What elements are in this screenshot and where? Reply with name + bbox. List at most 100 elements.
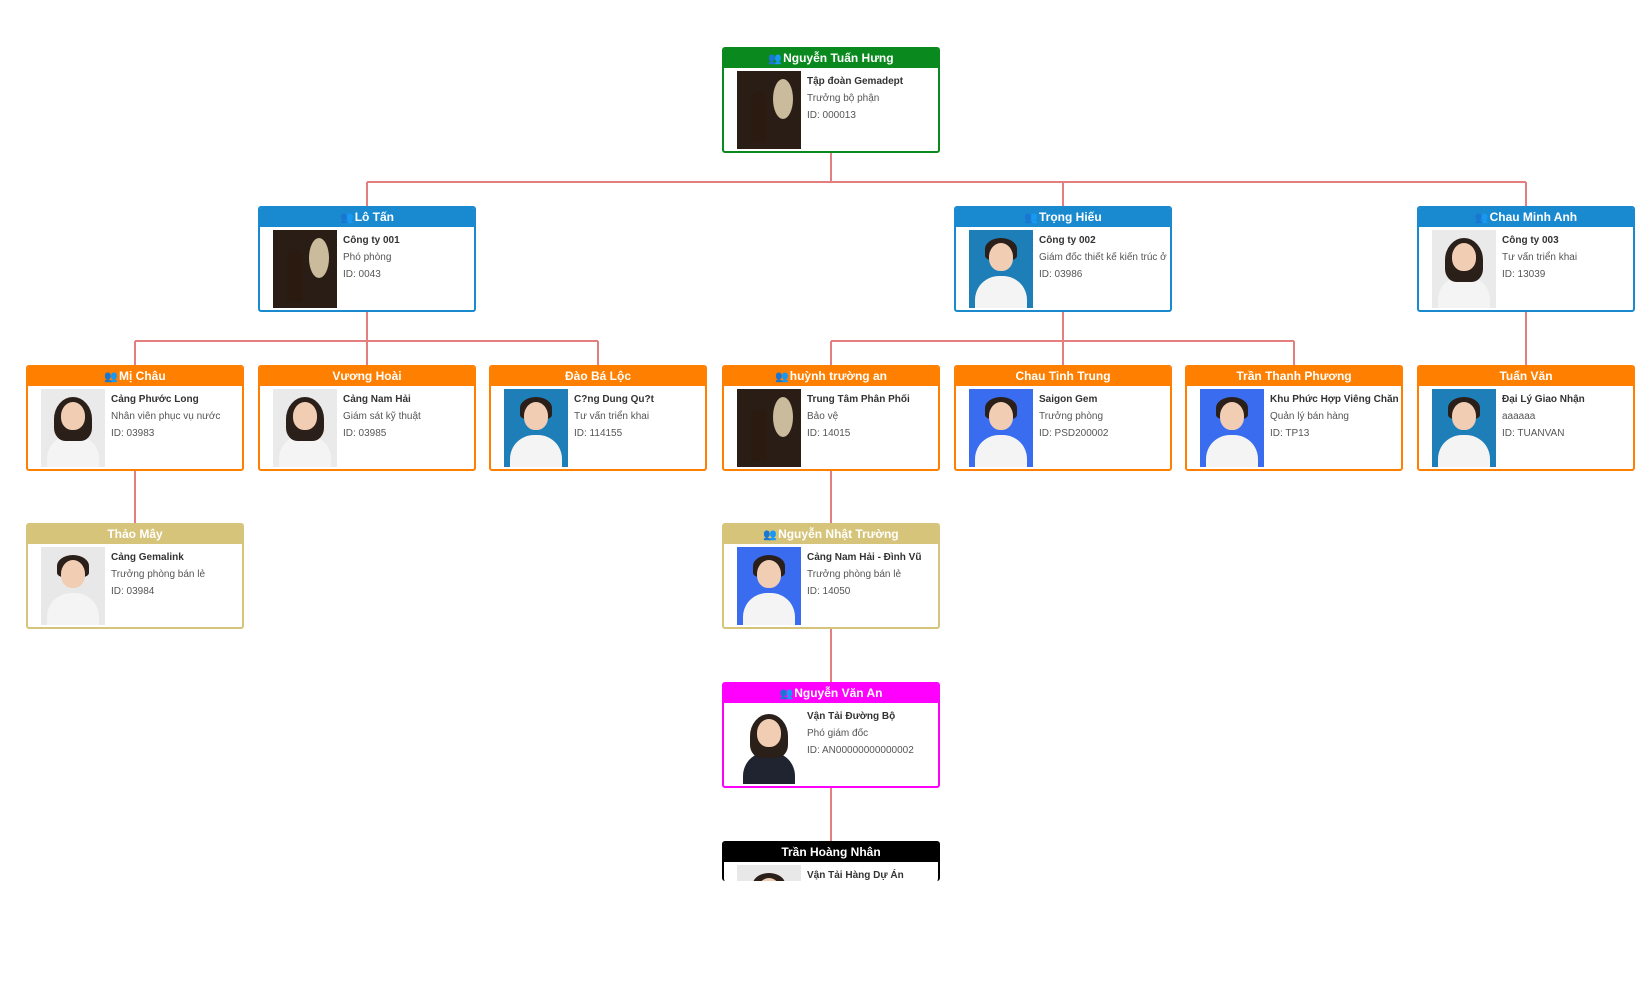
node-title: Tư vấn triển khai (574, 411, 650, 422)
node-id: ID: 03986 (1039, 269, 1083, 280)
node-body: Cảng Phước Long Nhân viên phục vụ nước ID:… (28, 386, 242, 469)
avatar-photo (273, 389, 337, 467)
node-body: Tập đoàn Gemadept Trưởng bộ phận ID: 00001… (724, 68, 938, 151)
node-name-header: 👥huỳnh trường an (724, 367, 938, 386)
node-body: Cảng Nam Hải - Đình Vũ Trưởng phòng bán l… (724, 544, 938, 627)
group-icon: 👥 (1024, 212, 1039, 224)
org-node[interactable]: 👥Mị Châu Cảng Phước Long Nhân viên phục vụ… (26, 365, 244, 471)
node-company: Khu Phức Hợp Viêng Chăn - (1270, 394, 1399, 405)
avatar-photo (504, 389, 568, 467)
node-body: Vận Tải Đường Bộ Phó giám đốc ID: AN000000… (724, 703, 938, 786)
node-id: ID: 03983 (111, 428, 155, 439)
node-info: Công ty 001 Phó phòng ID: 0043 (343, 232, 472, 283)
org-node[interactable]: 👥Lô Tấn Công ty 001 Phó phòng ID: 0043 (258, 206, 476, 312)
group-icon: 👥 (763, 529, 778, 541)
node-id: ID: 03985 (343, 428, 387, 439)
org-node[interactable]: Thảo Mây Cảng Gemalink Trưởng phòng bán lẻ… (26, 523, 244, 629)
node-company: Vận Tải Đường Bộ (807, 711, 896, 722)
node-name-header: Đào Bá Lộc (491, 367, 705, 386)
node-body: Công ty 003 Tư vấn triển khai ID: 13039 (1419, 227, 1633, 310)
org-node[interactable]: Tuấn Văn Đại Lý Giao Nhận aaaaaa ID: TUANVA… (1417, 365, 1635, 471)
avatar-photo (737, 71, 801, 149)
node-body: Saigon Gem Trưởng phòng ID: PSD200002 (956, 386, 1170, 469)
node-body: Vận Tải Hàng Dự Án (724, 862, 938, 881)
node-id: ID: 14050 (807, 586, 851, 597)
avatar-photo (737, 547, 801, 625)
node-name-header: 👥Nguyễn Văn An (724, 684, 938, 703)
node-id: ID: 03984 (111, 586, 155, 597)
node-name-header: Trần Hoàng Nhân (724, 843, 938, 862)
node-body: Đại Lý Giao Nhận aaaaaa ID: TUANVAN (1419, 386, 1633, 469)
node-company: Vận Tải Hàng Dự Án (807, 870, 904, 881)
node-title: Phó giám đốc (807, 728, 869, 739)
node-title: Giám sát kỹ thuật (343, 411, 421, 422)
avatar-photo (1432, 230, 1496, 308)
org-node[interactable]: 👥Chau Minh Anh Công ty 003 Tư vấn triển kh… (1417, 206, 1635, 312)
node-name-header: 👥Lô Tấn (260, 208, 474, 227)
org-node[interactable]: Trần Thanh Phương Khu Phức Hợp Viêng Chăn… (1185, 365, 1403, 471)
node-name: Trần Hoàng Nhân (781, 845, 881, 859)
node-title: Bảo vệ (807, 411, 839, 422)
avatar-photo (969, 389, 1033, 467)
node-name: Mị Châu (119, 369, 166, 383)
node-name: Thảo Mây (107, 527, 163, 541)
group-icon: 👥 (1474, 212, 1489, 224)
node-name: Nguyễn Tuấn Hưng (783, 51, 894, 65)
node-name: Tuấn Văn (1499, 369, 1553, 383)
node-body: Công ty 001 Phó phòng ID: 0043 (260, 227, 474, 310)
org-node[interactable]: 👥Trọng Hiếu Công ty 002 Giám đốc thiết kế … (954, 206, 1172, 312)
group-icon: 👥 (339, 212, 354, 224)
avatar-photo (1432, 389, 1496, 467)
node-name: Trọng Hiếu (1039, 210, 1102, 224)
node-company: Cảng Nam Hải (343, 394, 411, 405)
node-title: Tư vấn triển khai (1502, 252, 1578, 263)
node-company: Công ty 001 (343, 235, 400, 246)
node-title: Trưởng phòng bán lẻ (111, 569, 206, 580)
node-id: ID: 114155 (574, 428, 623, 439)
node-company: Công ty 002 (1039, 235, 1096, 246)
node-body: Trung Tâm Phân Phối Bảo vệ ID: 14015 (724, 386, 938, 469)
org-node[interactable]: Trần Hoàng Nhân Vận Tải Hàng Dự Án (722, 841, 940, 881)
node-name: Nguyễn Nhật Trường (778, 527, 899, 541)
org-chart: 👥 Nguyễn Tuấn Hưng Tập đoàn Gemadept Trưởng… (0, 0, 1652, 990)
node-title: Nhân viên phục vụ nước (111, 411, 221, 422)
org-node[interactable]: 👥Nguyễn Tuấn Hưng Tập đoàn Gemadept Trưởng… (722, 47, 940, 153)
org-node[interactable]: Đào Bá Lộc C?ng Dung Qu?t Tư vấn triển kha… (489, 365, 707, 471)
node-name: Nguyễn Văn An (794, 686, 883, 700)
node-title: Trưởng bộ phận (807, 93, 880, 104)
group-icon: 👥 (104, 371, 119, 383)
org-node[interactable]: 👥Nguyễn Nhật Trường Cảng Nam Hải - Đình V… (722, 523, 940, 629)
node-id: ID: TP13 (1270, 428, 1310, 439)
org-node[interactable]: Chau Tinh Trung Saigon Gem Trưởng phòng ID:… (954, 365, 1172, 471)
node-name: Đào Bá Lộc (564, 369, 631, 383)
node-name-header: Tuấn Văn (1419, 367, 1633, 386)
node-name: Lô Tấn (354, 210, 395, 224)
node-id: ID: 000013 (807, 110, 856, 121)
node-info: Cảng Phước Long Nhân viên phục vụ nước ID:… (111, 391, 240, 442)
node-title: Giám đốc thiết kế kiến trúc ở (1039, 252, 1167, 263)
node-title: Quản lý bán hàng (1270, 411, 1349, 422)
node-company: Cảng Phước Long (111, 394, 199, 405)
node-title: aaaaaa (1502, 411, 1536, 422)
node-info: Tập đoàn Gemadept Trưởng bộ phận ID: 00001… (807, 73, 936, 124)
org-node[interactable]: 👥huỳnh trường an Trung Tâm Phân Phối Bảo v… (722, 365, 940, 471)
node-name: Chau Minh Anh (1489, 210, 1578, 224)
node-body: Công ty 002 Giám đốc thiết kế kiến trúc ở… (956, 227, 1170, 310)
org-node[interactable]: 👥Nguyễn Văn An Vận Tải Đường Bộ Phó giám đ… (722, 682, 940, 788)
node-company: Công ty 003 (1502, 235, 1559, 246)
node-company: Cảng Gemalink (111, 552, 184, 563)
node-company: C?ng Dung Qu?t (574, 394, 654, 405)
avatar-photo (737, 865, 801, 881)
node-name: Chau Tinh Trung (1015, 369, 1111, 383)
avatar-photo (737, 389, 801, 467)
org-node[interactable]: Vương Hoài Cảng Nam Hải Giám sát kỹ thuật I… (258, 365, 476, 471)
node-info: Công ty 002 Giám đốc thiết kế kiến trúc ở… (1039, 232, 1168, 283)
group-icon: 👥 (775, 371, 789, 383)
node-company: Tập đoàn Gemadept (807, 76, 904, 87)
node-info: Khu Phức Hợp Viêng Chăn - Quản lý bán hàn… (1270, 391, 1399, 442)
node-info: Saigon Gem Trưởng phòng ID: PSD200002 (1039, 391, 1168, 442)
node-info: Công ty 003 Tư vấn triển khai ID: 13039 (1502, 232, 1631, 283)
avatar-photo (41, 547, 105, 625)
node-id: ID: PSD200002 (1039, 428, 1109, 439)
node-id: ID: TUANVAN (1502, 428, 1565, 439)
